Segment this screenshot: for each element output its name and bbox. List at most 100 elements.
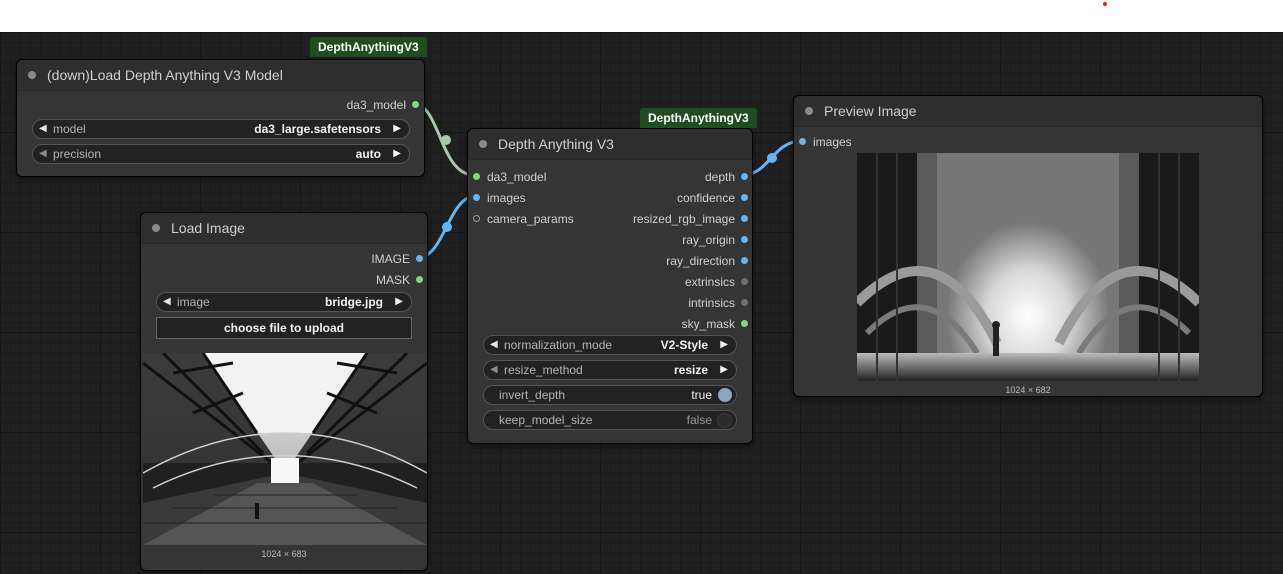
input-camera-params[interactable]: camera_params — [473, 212, 574, 226]
arrow-right-icon[interactable]: ▶ — [393, 120, 401, 138]
normalization-mode-combo[interactable]: ◀ normalization_mode V2-Style ▶ — [483, 335, 737, 355]
widget-label: keep_model_size — [499, 413, 593, 427]
widget-value: bridge.jpg — [325, 295, 383, 309]
output-dot-icon[interactable] — [416, 255, 423, 263]
output-ray-origin[interactable]: ray_origin — [682, 233, 748, 247]
invert-depth-toggle[interactable]: invert_depth true — [483, 385, 737, 405]
precision-combo[interactable]: ◀ precision auto ▶ — [32, 144, 410, 164]
input-label: camera_params — [487, 212, 574, 226]
widget-value: auto — [355, 147, 381, 161]
input-dot-icon[interactable] — [799, 138, 806, 146]
toggle-on-icon[interactable] — [718, 388, 732, 402]
output-da3-model[interactable]: da3_model — [347, 98, 419, 112]
output-label: resized_rgb_image — [632, 212, 735, 226]
arrow-left-icon[interactable]: ◀ — [39, 145, 47, 163]
output-intrinsics[interactable]: intrinsics — [688, 296, 748, 310]
arrow-right-icon[interactable]: ▶ — [720, 361, 728, 379]
output-dot-icon[interactable] — [741, 236, 748, 244]
node-title: Depth Anything V3 — [498, 136, 614, 152]
output-label: ray_origin — [682, 233, 735, 247]
arrow-right-icon[interactable]: ▶ — [395, 293, 403, 311]
group-badge-depth: DepthAnythingV3 — [640, 108, 757, 128]
output-dot-icon[interactable] — [741, 173, 748, 181]
keep-model-size-toggle[interactable]: keep_model_size false — [483, 410, 737, 430]
arrow-right-icon[interactable]: ▶ — [720, 336, 728, 354]
widget-label: resize_method — [504, 363, 583, 377]
input-label: images — [487, 191, 526, 205]
widget-label: image — [177, 295, 210, 309]
collapse-dot-icon[interactable] — [152, 224, 160, 232]
output-label: da3_model — [346, 98, 406, 112]
arrow-left-icon[interactable]: ◀ — [39, 120, 47, 138]
depth-anything-node[interactable]: Depth Anything V3 da3_model images camer… — [467, 128, 753, 444]
widget-label: precision — [53, 147, 102, 161]
bridge-image — [143, 353, 427, 545]
output-label: depth — [704, 170, 735, 184]
output-label: sky_mask — [681, 317, 735, 331]
upload-button[interactable]: choose file to upload — [156, 317, 412, 339]
input-dot-icon[interactable] — [473, 194, 480, 202]
output-dot-icon[interactable] — [412, 101, 419, 109]
input-images[interactable]: images — [473, 191, 526, 205]
output-mask[interactable]: MASK — [376, 273, 423, 287]
input-dot-icon[interactable] — [473, 173, 480, 181]
output-sky-mask[interactable]: sky_mask — [682, 317, 748, 331]
node-header[interactable]: Load Image — [141, 213, 427, 244]
top-bar — [0, 0, 1283, 32]
preview-size-caption: 1024 × 682 — [1005, 385, 1051, 395]
output-extrinsics[interactable]: extrinsics — [685, 275, 748, 289]
collapse-dot-icon[interactable] — [805, 107, 813, 115]
output-label: confidence — [676, 191, 735, 205]
arrow-left-icon[interactable]: ◀ — [490, 336, 498, 354]
output-label: ray_direction — [666, 254, 735, 268]
node-header[interactable]: Depth Anything V3 — [468, 129, 752, 160]
model-combo[interactable]: ◀ model da3_large.safetensors ▶ — [32, 119, 410, 139]
widget-label: invert_depth — [499, 388, 566, 402]
node-title: Preview Image — [824, 103, 917, 119]
arrow-left-icon[interactable]: ◀ — [490, 361, 498, 379]
widget-value: false — [686, 413, 712, 427]
status-dot-icon — [1103, 2, 1107, 6]
node-header[interactable]: (down)Load Depth Anything V3 Model — [17, 60, 424, 91]
arrow-left-icon[interactable]: ◀ — [163, 293, 171, 311]
output-dot-icon[interactable] — [741, 257, 748, 265]
node-header[interactable]: Preview Image — [794, 96, 1262, 127]
preview-image-node[interactable]: Preview Image images 1024 × 682 — [793, 95, 1263, 397]
arrow-right-icon[interactable]: ▶ — [393, 145, 401, 163]
output-image[interactable]: IMAGE — [371, 252, 423, 266]
load-model-node[interactable]: (down)Load Depth Anything V3 Model da3_m… — [16, 59, 425, 177]
output-dot-icon[interactable] — [741, 194, 748, 202]
node-title: Load Image — [171, 220, 245, 236]
output-resized-rgb-image[interactable]: resized_rgb_image — [633, 212, 748, 226]
output-label: IMAGE — [371, 252, 410, 266]
output-dot-icon[interactable] — [741, 320, 748, 328]
toggle-off-icon[interactable] — [717, 413, 732, 428]
input-label: images — [813, 135, 852, 149]
collapse-dot-icon[interactable] — [479, 140, 487, 148]
output-label: extrinsics — [684, 275, 735, 289]
output-dot-icon[interactable] — [741, 215, 748, 223]
depth-map — [857, 153, 1199, 381]
output-confidence[interactable]: confidence — [677, 191, 748, 205]
input-da3-model[interactable]: da3_model — [473, 170, 546, 184]
output-ray-direction[interactable]: ray_direction — [666, 254, 748, 268]
node-title: (down)Load Depth Anything V3 Model — [47, 67, 283, 83]
resize-method-combo[interactable]: ◀ resize_method resize ▶ — [483, 360, 737, 380]
group-badge-model: DepthAnythingV3 — [310, 37, 427, 57]
input-label: da3_model — [487, 170, 547, 184]
image-size-caption: 1024 × 683 — [261, 549, 307, 559]
bridge-photo — [143, 353, 427, 545]
widget-value: da3_large.safetensors — [254, 122, 381, 136]
input-dot-icon[interactable] — [473, 215, 480, 223]
output-label: MASK — [375, 273, 410, 287]
collapse-dot-icon[interactable] — [28, 71, 36, 79]
output-dot-icon[interactable] — [741, 278, 748, 286]
output-dot-icon[interactable] — [416, 276, 423, 284]
output-depth[interactable]: depth — [705, 170, 748, 184]
image-combo[interactable]: ◀ image bridge.jpg ▶ — [156, 292, 412, 312]
output-dot-icon[interactable] — [741, 299, 748, 307]
widget-value: resize — [673, 363, 708, 377]
input-images[interactable]: images — [799, 135, 852, 149]
widget-value: V2-Style — [660, 338, 708, 352]
load-image-node[interactable]: Load Image IMAGE MASK ◀ image bridge.jpg… — [140, 212, 428, 571]
